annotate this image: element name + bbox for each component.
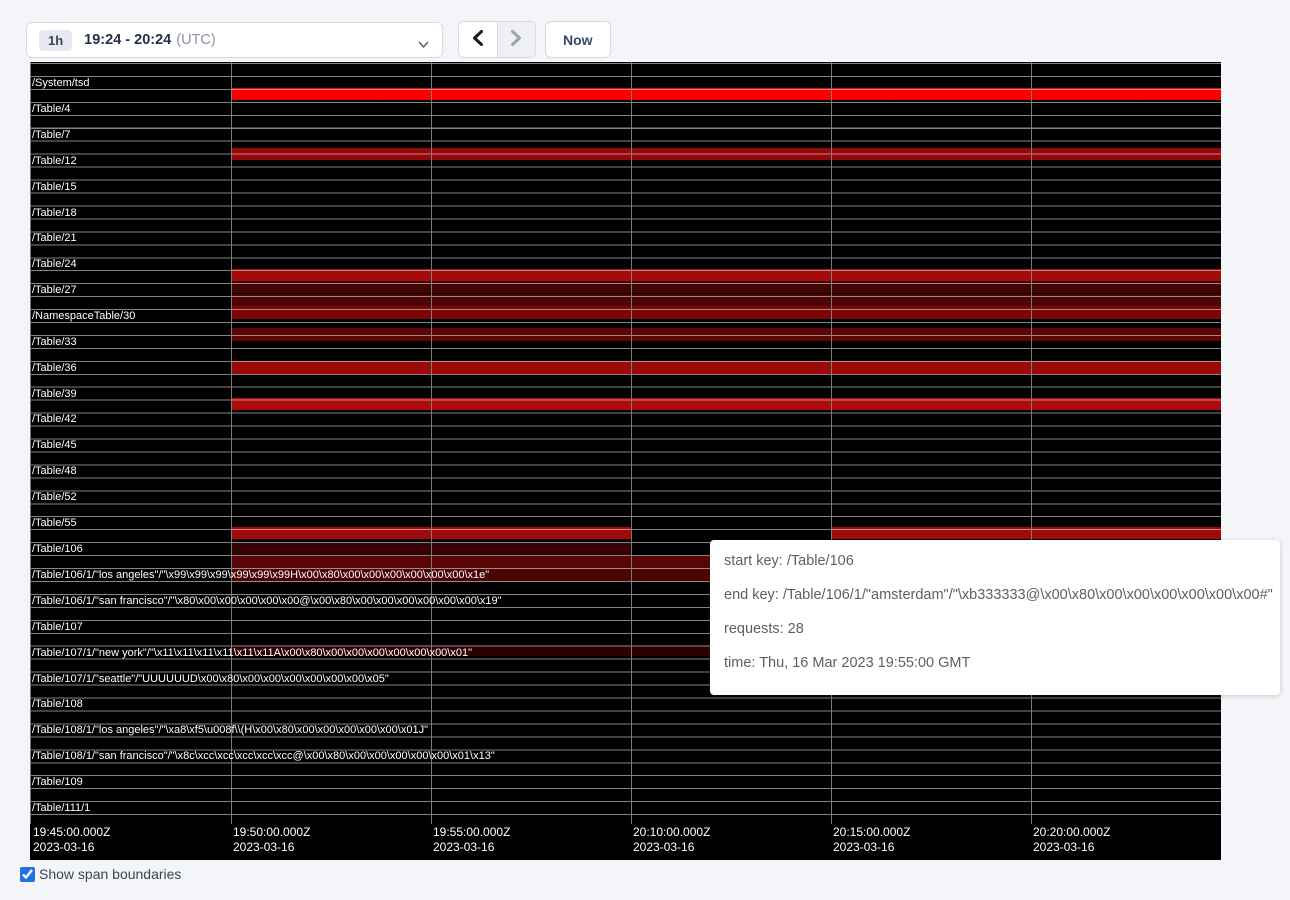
key-visualizer-canvas[interactable]: /System/tsd/Table/4/Table/7/Table/12/Tab… xyxy=(30,62,1221,860)
row-label: /Table/15 xyxy=(32,181,77,193)
row-label: /Table/39 xyxy=(32,388,77,400)
x-axis-tick: 20:20:00.000Z2023-03-16 xyxy=(1033,825,1110,855)
chevron-right-icon xyxy=(510,30,522,49)
cell-tooltip: start key: /Table/106end key: /Table/106… xyxy=(710,540,1280,695)
time-gridline xyxy=(30,62,31,824)
chevron-left-icon xyxy=(472,30,484,49)
prev-interval-button[interactable] xyxy=(459,22,497,57)
show-span-boundaries-label: Show span boundaries xyxy=(39,866,181,882)
footer-controls: Show span boundaries xyxy=(20,866,181,882)
range-label: 19:24 - 20:24 xyxy=(84,32,171,48)
row-label: /Table/21 xyxy=(32,232,77,244)
row-label: /Table/45 xyxy=(32,439,77,451)
tooltip-line: time: Thu, 16 Mar 2023 19:55:00 GMT xyxy=(724,646,1266,680)
now-button[interactable]: Now xyxy=(545,21,611,58)
tooltip-line: start key: /Table/106 xyxy=(724,544,1266,578)
span-boundary-lines xyxy=(30,63,1221,824)
row-label: /System/tsd xyxy=(32,77,89,89)
row-label: /Table/107/1/"seattle"/"UUUUUUD\x00\x80\… xyxy=(32,673,389,685)
row-label: /Table/12 xyxy=(32,155,77,167)
row-label: /Table/55 xyxy=(32,517,77,529)
x-axis-tick: 19:45:00.000Z2023-03-16 xyxy=(33,825,110,855)
row-label: /Table/18 xyxy=(32,207,77,219)
row-label: /Table/7 xyxy=(32,129,71,141)
row-label: /Table/24 xyxy=(32,258,77,270)
show-span-boundaries-checkbox[interactable] xyxy=(20,867,35,882)
row-label: /Table/36 xyxy=(32,362,77,374)
row-label: /Table/33 xyxy=(32,336,77,348)
time-gridline xyxy=(431,62,432,824)
chevron-down-icon xyxy=(418,36,429,54)
time-gridline xyxy=(231,62,232,824)
row-label: /Table/107/1/"new york"/"\x11\x11\x11\x1… xyxy=(32,647,472,659)
row-label: /Table/106/1/"san francisco"/"\x80\x00\x… xyxy=(32,595,502,607)
tooltip-line: end key: /Table/106/1/"amsterdam"/"\xb33… xyxy=(724,578,1266,612)
row-label: /Table/108/1/"los angeles"/"\xa8\xf5\u00… xyxy=(32,724,428,736)
row-label: /Table/111/1 xyxy=(32,802,90,814)
time-range-select[interactable]: 1h 19:24 - 20:24 (UTC) xyxy=(26,22,443,58)
row-label: /Table/109 xyxy=(32,776,83,788)
time-gridline xyxy=(831,62,832,824)
tooltip-line: requests: 28 xyxy=(724,612,1266,646)
row-label: /Table/108/1/"san francisco"/"\x8c\xcc\x… xyxy=(32,750,495,762)
row-label: /Table/106/1/"los angeles"/"\x99\x99\x99… xyxy=(32,569,489,581)
row-label: /Table/48 xyxy=(32,465,77,477)
row-label: /Table/52 xyxy=(32,491,77,503)
row-label: /Table/4 xyxy=(32,103,71,115)
toolbar: 1h 19:24 - 20:24 (UTC) Now xyxy=(0,0,1290,62)
x-axis-tick: 20:10:00.000Z2023-03-16 xyxy=(633,825,710,855)
row-label: /Table/42 xyxy=(32,413,77,425)
next-interval-button[interactable] xyxy=(497,22,535,57)
range-timezone: (UTC) xyxy=(176,32,215,48)
row-label: /Table/27 xyxy=(32,284,77,296)
time-nav-group xyxy=(458,21,536,58)
range-duration-badge: 1h xyxy=(39,30,72,51)
row-label: /Table/106 xyxy=(32,543,83,555)
x-axis-tick: 19:50:00.000Z2023-03-16 xyxy=(233,825,310,855)
x-axis-tick: 19:55:00.000Z2023-03-16 xyxy=(433,825,510,855)
row-label: /Table/107 xyxy=(32,621,83,633)
time-gridline xyxy=(1031,62,1032,824)
row-label: /NamespaceTable/30 xyxy=(32,310,135,322)
row-label: /Table/108 xyxy=(32,698,83,710)
time-gridline xyxy=(631,62,632,824)
x-axis-tick: 20:15:00.000Z2023-03-16 xyxy=(833,825,910,855)
